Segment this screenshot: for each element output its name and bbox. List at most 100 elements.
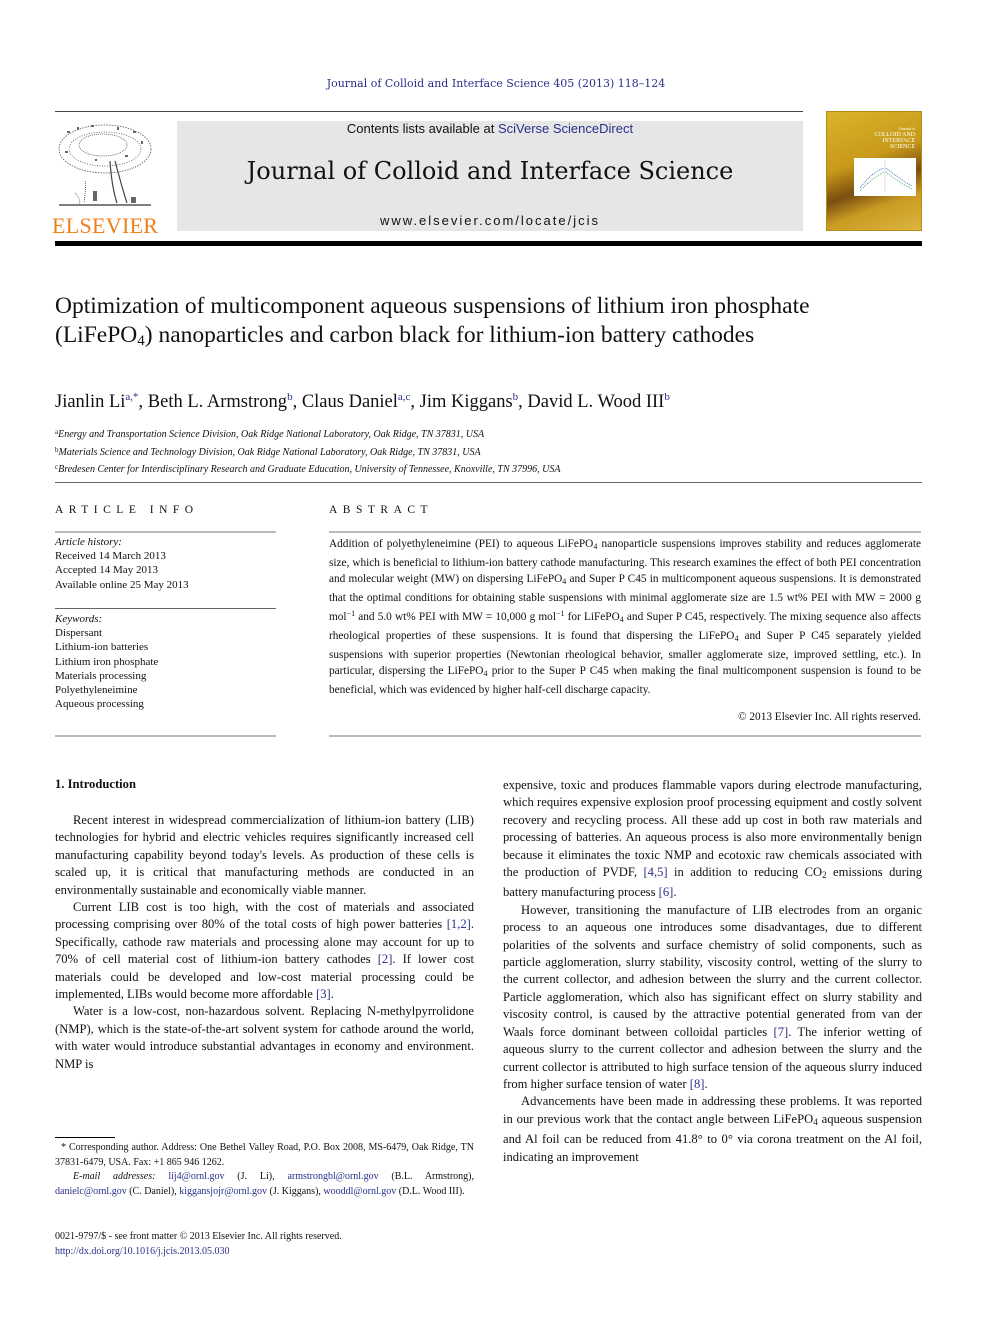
email-link[interactable]: lij4@ornl.gov	[168, 1171, 224, 1182]
keyword-item[interactable]: Dispersant	[55, 626, 276, 640]
journal-name: Journal of Colloid and Interface Science	[246, 157, 734, 185]
text-run: in addition to reducing CO	[667, 865, 823, 880]
author-name[interactable]: Beth L. Armstrong	[148, 392, 287, 412]
cover-plot-thumbnail	[854, 158, 916, 196]
abstract-text: Addition of polyethyleneimine (PEI) to a…	[329, 536, 921, 698]
body-paragraph: expensive, toxic and produces flammable …	[503, 777, 922, 902]
section-heading-introduction: 1. Introduction	[55, 777, 136, 791]
keyword-item[interactable]: Lithium iron phosphate	[55, 655, 276, 669]
body-paragraph: Advancements have been made in addressin…	[503, 1093, 922, 1166]
email-link[interactable]: armstrongbl@ornl.gov	[287, 1171, 378, 1182]
cover-chart-icon	[859, 160, 913, 192]
citation-link[interactable]: [4,5]	[643, 865, 667, 879]
text-run: Current LIB cost is too high, with the c…	[55, 900, 474, 932]
author-name[interactable]: Jim Kiggans	[420, 392, 513, 412]
footnotes: * Corresponding author. Address: One Bet…	[55, 1141, 474, 1199]
text-run: .	[330, 987, 334, 1002]
history-item: Available online 25 May 2013	[55, 578, 189, 591]
affiliations: aEnergy and Transportation Science Divis…	[55, 425, 935, 478]
keyword-item[interactable]: Materials processing	[55, 669, 276, 683]
article-info-rule	[55, 735, 276, 737]
email-owner: (J. Li),	[224, 1171, 288, 1182]
elsevier-wordmark: ELSEVIER	[52, 213, 159, 238]
author-name[interactable]: David L. Wood III	[527, 392, 664, 412]
keyword-item[interactable]: Aqueous processing	[55, 697, 276, 711]
citation-link[interactable]: [8]	[690, 1077, 705, 1091]
text-run: and 5.0 wt% PEI with MW = 10,000 g mol	[355, 611, 556, 623]
email-owner: (B.L. Armstrong),	[378, 1171, 474, 1182]
affiliation-item: bMaterials Science and Technology Divisi…	[55, 443, 935, 461]
abstract-copyright: © 2013 Elsevier Inc. All rights reserved…	[737, 711, 921, 723]
email-addresses: E-mail addresses: lij4@ornl.gov (J. Li),…	[55, 1170, 474, 1199]
issn-line: 0021-9797/$ - see front matter © 2013 El…	[55, 1231, 342, 1242]
contents-prefix: Contents lists available at	[346, 121, 498, 136]
article-info-heading: ARTICLE INFO	[55, 504, 199, 516]
title-text: ) nanoparticles and carbon black for lit…	[144, 322, 755, 348]
author-separator: ,	[138, 392, 148, 412]
body-paragraph: Recent interest in widespread commercial…	[55, 812, 474, 899]
email-link[interactable]: kiggansjojr@ornl.gov	[179, 1186, 267, 1197]
keyword-item[interactable]: Lithium-ion batteries	[55, 640, 276, 654]
citation-link[interactable]: [1,2]	[447, 917, 471, 931]
article-info-rule	[55, 531, 276, 533]
citation-link[interactable]: [2]	[378, 952, 393, 966]
body-column-left: Recent interest in widespread commercial…	[55, 812, 474, 1073]
author-list: Jianlin Lia,*, Beth L. Armstrong b, Claus…	[55, 391, 935, 413]
text-run: Recent interest in widespread commercial…	[55, 813, 474, 897]
header-rule	[55, 111, 803, 112]
running-head[interactable]: Journal of Colloid and Interface Science…	[0, 77, 992, 90]
journal-cover-image[interactable]: Journal of COLLOID AND INTERFACE SCIENCE	[826, 111, 922, 231]
header-thick-rule	[55, 241, 922, 246]
doi-link[interactable]: http://dx.doi.org/10.1016/j.jcis.2013.05…	[55, 1245, 474, 1260]
affiliation-text: Energy and Transportation Science Divisi…	[58, 429, 485, 440]
author-name[interactable]: Claus Daniel	[302, 392, 398, 412]
author-separator: ,	[292, 392, 302, 412]
corresponding-author-note: * Corresponding author. Address: One Bet…	[55, 1142, 474, 1168]
affiliation-marker[interactable]: a,c	[398, 391, 411, 403]
article-title: Optimization of multicomponent aqueous s…	[55, 292, 855, 356]
text-run: .	[704, 1076, 708, 1091]
journal-url[interactable]: www.elsevier.com/locate/jcis	[177, 213, 803, 228]
abstract-rule	[329, 735, 921, 737]
author-name[interactable]: Jianlin Li	[55, 392, 125, 412]
text-run: Water is a low-cost, non-hazardous solve…	[55, 1004, 474, 1071]
article-history-label: Article history:	[55, 536, 122, 548]
text-run: Addition of polyethyleneimine (PEI) to a…	[329, 538, 594, 550]
email-owner: (C. Daniel),	[126, 1185, 180, 1197]
text-run: expensive, toxic and produces flammable …	[503, 778, 922, 880]
citation-link[interactable]: [3]	[316, 987, 331, 1001]
history-item: Received 14 March 2013	[55, 550, 166, 563]
sciencedirect-link[interactable]: SciVerse ScienceDirect	[498, 121, 633, 136]
citation-link[interactable]: [6]	[659, 885, 674, 899]
title-subscript: 4	[137, 333, 145, 349]
elsevier-logo[interactable]: ELSEVIER	[52, 121, 158, 238]
citation-link[interactable]: [7]	[774, 1025, 789, 1039]
journal-banner: Contents lists available at SciVerse Sci…	[177, 121, 803, 231]
article-history: Article history: Received 14 March 2013 A…	[55, 535, 276, 592]
affiliation-marker[interactable]: a,*	[125, 391, 138, 403]
text-run: .	[673, 885, 677, 900]
history-item: Accepted 14 May 2013	[55, 564, 158, 577]
affiliation-text: Materials Science and Technology Divisio…	[58, 446, 481, 458]
body-paragraph: Current LIB cost is too high, with the c…	[55, 899, 474, 1003]
contents-line: Contents lists available at SciVerse Sci…	[177, 121, 803, 136]
text-run: However, transitioning the manufacture o…	[503, 902, 922, 1039]
cover-title-line: SCIENCE	[889, 144, 915, 150]
email-link[interactable]: danielc@ornl.gov	[55, 1186, 127, 1197]
affiliation-text: Bredesen Center for Interdisciplinary Re…	[58, 464, 561, 475]
email-owner: (D.L. Wood III).	[396, 1185, 465, 1197]
email-label: E-mail addresses:	[73, 1171, 169, 1182]
abstract-rule	[329, 531, 921, 533]
affiliation-marker[interactable]: b	[664, 391, 670, 403]
affiliation-item: aEnergy and Transportation Science Divis…	[55, 425, 935, 443]
author-separator: ,	[410, 392, 420, 412]
body-paragraph: Water is a low-cost, non-hazardous solve…	[55, 1003, 474, 1073]
body-paragraph: However, transitioning the manufacture o…	[503, 902, 922, 1093]
cover-title: Journal of COLLOID AND INTERFACE SCIENCE	[855, 126, 916, 150]
abstract-heading: ABSTRACT	[329, 504, 434, 516]
keyword-item[interactable]: Polyethyleneimine	[55, 683, 276, 697]
footnote-rule	[55, 1137, 115, 1138]
keywords-label: Keywords:	[55, 613, 103, 625]
front-matter: 0021-9797/$ - see front matter © 2013 El…	[55, 1230, 474, 1259]
email-link[interactable]: wooddl@ornl.gov	[323, 1186, 396, 1197]
